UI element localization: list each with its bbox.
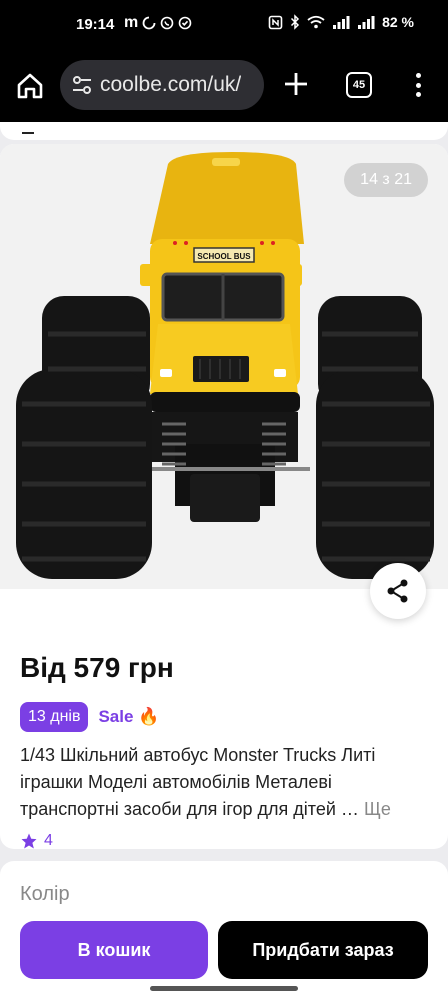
- signal-icon: [332, 15, 350, 29]
- page-content: SCHOOL BUS 14 з 21 Від 579 грн 13 днів S…: [0, 122, 448, 1000]
- bluetooth-icon: [290, 14, 300, 30]
- star-icon: [21, 833, 37, 849]
- battery-level: 82 %: [382, 14, 414, 30]
- sale-text: Sale: [98, 707, 134, 726]
- status-left-icons: m: [124, 14, 192, 32]
- browser-toolbar: coolbe.com/uk/ 45: [0, 50, 448, 122]
- address-bar[interactable]: coolbe.com/uk/: [60, 60, 264, 110]
- product-title-text: 1/43 Шкільний автобус Monster Trucks Лит…: [20, 745, 376, 819]
- color-label: Колір: [20, 883, 70, 905]
- check-icon: [178, 16, 192, 30]
- badges-row: 13 днів Sale 🔥: [20, 702, 159, 732]
- status-time: 19:14: [76, 16, 115, 33]
- options-card: Колір В кошик Придбати зараз: [0, 861, 448, 1000]
- sync-icon: [142, 16, 156, 30]
- nfc-icon: [268, 15, 283, 30]
- wifi-icon: [307, 15, 325, 29]
- sale-label: Sale 🔥: [98, 707, 159, 727]
- image-counter: 14 з 21: [344, 163, 428, 197]
- share-icon: [387, 579, 408, 603]
- status-right: 82 %: [268, 14, 414, 30]
- bus-sign-text: SCHOOL BUS: [197, 252, 251, 261]
- strip-grip: [22, 132, 34, 134]
- delivery-days-badge: 13 днів: [20, 702, 89, 732]
- site-settings-icon: [73, 76, 91, 94]
- share-button[interactable]: [370, 563, 426, 619]
- home-icon: [17, 73, 43, 99]
- dot-icon: [415, 73, 421, 78]
- viber-icon: [160, 16, 174, 30]
- home-indicator[interactable]: [150, 986, 298, 991]
- buy-now-button[interactable]: Придбати зараз: [218, 921, 428, 979]
- product-image: SCHOOL BUS: [16, 152, 434, 579]
- new-tab-button[interactable]: [282, 70, 310, 98]
- add-to-cart-button[interactable]: В кошик: [20, 921, 208, 979]
- m-notification-icon: m: [124, 14, 139, 31]
- product-title[interactable]: 1/43 Шкільний автобус Monster Trucks Лит…: [20, 742, 432, 823]
- dot-icon: [415, 92, 421, 97]
- product-price: Від 579 грн: [20, 652, 174, 683]
- top-strip: [0, 122, 448, 140]
- more-menu-button[interactable]: [410, 70, 426, 100]
- product-gallery[interactable]: SCHOOL BUS 14 з 21: [0, 144, 448, 589]
- rating[interactable]: 4: [20, 832, 53, 849]
- home-button[interactable]: [14, 70, 46, 102]
- more-link[interactable]: Ще: [364, 799, 391, 819]
- rating-value: 4: [44, 832, 53, 849]
- product-card: SCHOOL BUS 14 з 21 Від 579 грн 13 днів S…: [0, 144, 448, 849]
- status-bar: 19:14 m 82 %: [0, 0, 448, 50]
- fire-icon: 🔥: [138, 707, 160, 726]
- signal-icon: [357, 15, 375, 29]
- url-text: coolbe.com/uk/: [100, 73, 242, 96]
- dot-icon: [415, 82, 421, 88]
- plus-icon: [285, 73, 307, 95]
- tab-switcher-button[interactable]: 45: [346, 72, 372, 98]
